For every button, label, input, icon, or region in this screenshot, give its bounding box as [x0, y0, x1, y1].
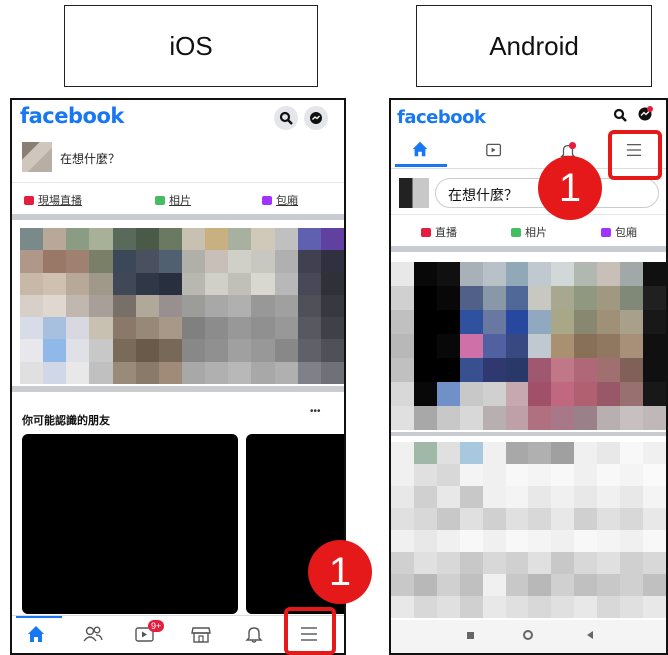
- step-marker: 1: [538, 156, 602, 220]
- live-video-button[interactable]: 現場直播: [24, 192, 82, 208]
- tab-home[interactable]: [26, 624, 46, 649]
- bell-icon: [245, 627, 263, 643]
- video-icon: [486, 143, 502, 157]
- menu-highlight-box: [608, 130, 662, 180]
- more-options-icon[interactable]: •••: [310, 406, 321, 417]
- section-divider: [391, 432, 666, 436]
- android-platform-label: Android: [489, 30, 579, 61]
- messenger-icon: [638, 106, 653, 121]
- photo-label: 相片: [169, 195, 191, 207]
- friends-icon: [83, 626, 103, 642]
- photo-icon: [155, 195, 165, 205]
- room-label: 包廂: [276, 195, 298, 207]
- android-nav-bar: [391, 620, 666, 653]
- section-divider: [391, 246, 666, 252]
- ios-platform-label: iOS: [169, 30, 213, 61]
- video-notification-badge: 9+: [148, 620, 165, 632]
- live-video-label: 直播: [435, 227, 457, 239]
- search-icon: [613, 108, 627, 122]
- friend-suggestion-card[interactable]: [22, 434, 238, 614]
- home-icon: [412, 141, 428, 157]
- live-video-label: 現場直播: [38, 195, 82, 207]
- compose-input[interactable]: 在想什麼？: [60, 150, 120, 167]
- back-icon[interactable]: [585, 630, 595, 640]
- messenger-icon: [310, 112, 322, 124]
- tab-notifications[interactable]: [244, 624, 264, 649]
- section-divider: [12, 386, 344, 392]
- section-divider: [12, 214, 344, 220]
- people-you-may-know-title: 你可能認識的朋友: [22, 415, 110, 427]
- tab-video[interactable]: [485, 142, 503, 163]
- blurred-post-image[interactable]: [391, 262, 666, 430]
- room-icon: [601, 227, 611, 237]
- home-icon: [28, 626, 44, 642]
- blurred-post-image[interactable]: [391, 442, 666, 618]
- android-label-box: Android: [416, 5, 652, 87]
- user-avatar[interactable]: [22, 142, 52, 172]
- menu-highlight-box: [284, 607, 336, 655]
- photo-button[interactable]: 相片: [511, 224, 547, 240]
- tab-home-indicator: [395, 164, 447, 167]
- live-video-icon: [24, 195, 34, 205]
- messenger-button[interactable]: [304, 106, 328, 130]
- user-avatar[interactable]: [399, 178, 429, 208]
- live-video-icon: [421, 227, 431, 237]
- android-phone-screen: facebook 在想什麼？ 直播 相片 包廂: [389, 98, 668, 655]
- tab-home-indicator: [16, 616, 62, 618]
- recent-apps-button[interactable]: [467, 632, 474, 639]
- facebook-logo: facebook: [397, 107, 486, 128]
- room-button[interactable]: 包廂: [601, 224, 637, 240]
- room-label: 包廂: [615, 227, 637, 239]
- photo-button[interactable]: 相片: [155, 192, 191, 208]
- tab-friends[interactable]: [82, 624, 104, 649]
- room-icon: [262, 195, 272, 205]
- ios-phone-screen: facebook 在想什麼？ 現場直播 相片 包廂 你可能認識的朋友 ••• 9…: [10, 98, 346, 655]
- marketplace-icon: [191, 627, 211, 643]
- facebook-logo: facebook: [20, 104, 124, 128]
- ios-label-box: iOS: [64, 5, 318, 87]
- photo-label: 相片: [525, 227, 547, 239]
- home-button[interactable]: [523, 630, 533, 640]
- blurred-stories-image[interactable]: [20, 228, 344, 384]
- photo-icon: [511, 227, 521, 237]
- step-marker: 1: [308, 540, 372, 604]
- divider: [12, 182, 344, 183]
- compose-placeholder: 在想什麼？: [448, 187, 518, 203]
- search-button[interactable]: [274, 106, 298, 130]
- search-icon: [279, 111, 293, 125]
- messenger-button[interactable]: [637, 106, 653, 127]
- room-button[interactable]: 包廂: [262, 192, 298, 208]
- search-button[interactable]: [613, 108, 627, 127]
- tab-marketplace[interactable]: [190, 624, 212, 649]
- live-video-button[interactable]: 直播: [421, 224, 457, 240]
- divider: [391, 214, 666, 215]
- tab-home[interactable]: [411, 140, 429, 163]
